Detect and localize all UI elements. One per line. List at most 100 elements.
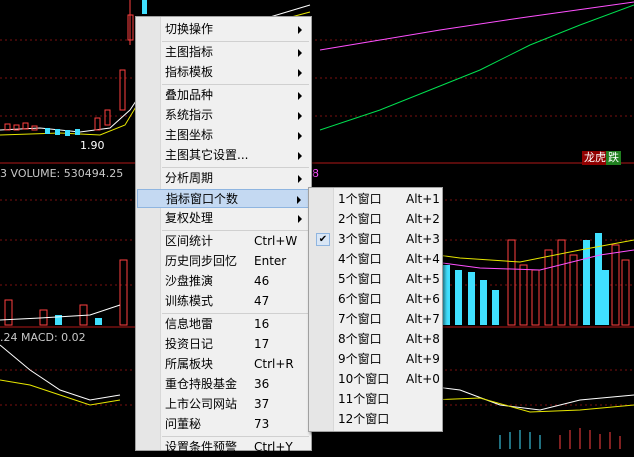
- menu-item-4[interactable]: 系统指示: [137, 106, 310, 125]
- menu-item-20[interactable]: 设置条件预警 Ctrl+Y: [137, 438, 310, 457]
- submenu-item-label: 4个窗口: [338, 252, 382, 266]
- menu-item-label: 训练模式: [165, 294, 214, 308]
- menu-item-shortcut: Enter: [254, 254, 287, 268]
- submenu-arrow-icon: [298, 152, 302, 160]
- submenu-item-4[interactable]: 4个窗口 Alt+4: [310, 250, 441, 269]
- menu-item-12[interactable]: 沙盘推演 46: [137, 272, 310, 291]
- price-low-label: 1.90: [80, 139, 105, 152]
- volume-label: 3 VOLUME: 530494.25: [0, 167, 124, 180]
- menu-separator: [162, 230, 309, 231]
- menu-item-label: 系统指示: [165, 108, 214, 122]
- menu-item-shortcut: 17: [254, 337, 270, 351]
- menu-item-17[interactable]: 重仓持股基金 36: [137, 375, 310, 394]
- menu-item-label: 信息地雷: [165, 317, 214, 331]
- menu-item-16[interactable]: 所属板块 Ctrl+R: [137, 355, 310, 374]
- submenu-item-shortcut: Alt+3: [406, 232, 440, 246]
- menu-item-label: 切换操作: [165, 22, 214, 36]
- submenu-item-11[interactable]: 11个窗口: [310, 390, 441, 409]
- submenu-item-5[interactable]: 5个窗口 Alt+5: [310, 270, 441, 289]
- menu-item-shortcut: 37: [254, 397, 270, 411]
- menu-item-13[interactable]: 训练模式 47: [137, 292, 310, 311]
- menu-separator: [162, 313, 309, 314]
- submenu-item-label: 11个窗口: [338, 392, 390, 406]
- submenu-item-7[interactable]: 7个窗口 Alt+7: [310, 310, 441, 329]
- submenu-item-shortcut: Alt+7: [406, 312, 440, 326]
- menu-item-shortcut: Ctrl+R: [254, 357, 294, 371]
- submenu-item-label: 8个窗口: [338, 332, 382, 346]
- submenu-item-1[interactable]: 1个窗口 Alt+1: [310, 190, 441, 209]
- menu-item-shortcut: 16: [254, 317, 270, 331]
- menu-item-3[interactable]: 叠加品种: [137, 86, 310, 105]
- submenu-item-label: 9个窗口: [338, 352, 382, 366]
- menu-item-1[interactable]: 主图指标: [137, 43, 310, 62]
- menu-item-label: 设置条件预警: [165, 440, 238, 454]
- menu-item-10[interactable]: 区间统计 Ctrl+W: [137, 232, 310, 251]
- submenu-item-label: 3个窗口: [338, 232, 382, 246]
- menu-item-label: 指标模板: [165, 65, 214, 79]
- submenu-item-shortcut: Alt+1: [406, 192, 440, 206]
- lhb-badge[interactable]: 龙虎: [582, 151, 608, 165]
- submenu-item-12[interactable]: 12个窗口: [310, 410, 441, 429]
- menu-item-shortcut: Ctrl+Y: [254, 440, 293, 454]
- submenu-arrow-icon: [298, 175, 302, 183]
- menu-item-label: 投资日记: [165, 337, 214, 351]
- submenu-item-label: 10个窗口: [338, 372, 390, 386]
- submenu-item-10[interactable]: 10个窗口 Alt+0: [310, 370, 441, 389]
- menu-item-0[interactable]: 切换操作: [137, 20, 310, 39]
- menu-item-14[interactable]: 信息地雷 16: [137, 315, 310, 334]
- submenu-arrow-icon: [297, 196, 301, 204]
- menu-item-label: 主图其它设置...: [165, 148, 249, 162]
- menu-item-8[interactable]: 指标窗口个数: [137, 189, 310, 208]
- menu-item-11[interactable]: 历史同步回忆 Enter: [137, 252, 310, 271]
- menu-item-9[interactable]: 复权处理: [137, 209, 310, 228]
- submenu-arrow-icon: [298, 112, 302, 120]
- submenu-arrow-icon: [298, 92, 302, 100]
- macd-label: .24 MACD: 0.02: [0, 331, 86, 344]
- submenu-item-shortcut: Alt+0: [406, 372, 440, 386]
- submenu-arrow-icon: [298, 132, 302, 140]
- menu-item-19[interactable]: 问董秘 73: [137, 415, 310, 434]
- submenu-item-label: 12个窗口: [338, 412, 390, 426]
- menu-item-18[interactable]: 上市公司网站 37: [137, 395, 310, 414]
- submenu-item-shortcut: Alt+4: [406, 252, 440, 266]
- submenu-arrow-icon: [298, 49, 302, 57]
- menu-item-label: 复权处理: [165, 211, 214, 225]
- submenu-item-3[interactable]: ✔ 3个窗口 Alt+3: [310, 230, 441, 249]
- submenu-item-label: 2个窗口: [338, 212, 382, 226]
- submenu-item-2[interactable]: 2个窗口 Alt+2: [310, 210, 441, 229]
- menu-item-5[interactable]: 主图坐标: [137, 126, 310, 145]
- submenu-item-shortcut: Alt+8: [406, 332, 440, 346]
- submenu-item-label: 1个窗口: [338, 192, 382, 206]
- submenu-item-9[interactable]: 9个窗口 Alt+9: [310, 350, 441, 369]
- submenu-item-6[interactable]: 6个窗口 Alt+6: [310, 290, 441, 309]
- menu-item-label: 问董秘: [165, 417, 202, 431]
- submenu-item-shortcut: Alt+9: [406, 352, 440, 366]
- menu-separator: [162, 84, 309, 85]
- menu-item-15[interactable]: 投资日记 17: [137, 335, 310, 354]
- submenu-item-label: 6个窗口: [338, 292, 382, 306]
- menu-item-label: 重仓持股基金: [165, 377, 238, 391]
- menu-item-label: 区间统计: [165, 234, 214, 248]
- submenu-item-shortcut: Alt+6: [406, 292, 440, 306]
- submenu-item-shortcut: Alt+2: [406, 212, 440, 226]
- menu-item-7[interactable]: 分析周期: [137, 169, 310, 188]
- menu-item-shortcut: 36: [254, 377, 270, 391]
- menu-item-2[interactable]: 指标模板: [137, 63, 310, 82]
- menu-item-shortcut: 46: [254, 274, 270, 288]
- menu-separator: [162, 436, 309, 437]
- menu-item-label: 上市公司网站: [165, 397, 238, 411]
- check-icon: ✔: [316, 233, 330, 246]
- menu-item-shortcut: Ctrl+W: [254, 234, 298, 248]
- menu-item-label: 分析周期: [165, 171, 214, 185]
- indicator-value-label: 8: [312, 167, 319, 180]
- menu-item-label: 所属板块: [165, 357, 214, 371]
- submenu-item-shortcut: Alt+5: [406, 272, 440, 286]
- submenu-item-8[interactable]: 8个窗口 Alt+8: [310, 330, 441, 349]
- menu-separator: [162, 41, 309, 42]
- menu-item-6[interactable]: 主图其它设置...: [137, 146, 310, 165]
- menu-separator: [162, 167, 309, 168]
- submenu-arrow-icon: [298, 69, 302, 77]
- context-menu: 切换操作主图指标指标模板叠加品种系统指示主图坐标主图其它设置... 分析周期指标窗…: [135, 16, 312, 454]
- menu-item-label: 主图坐标: [165, 128, 214, 142]
- trend-badge[interactable]: 跌: [606, 151, 621, 165]
